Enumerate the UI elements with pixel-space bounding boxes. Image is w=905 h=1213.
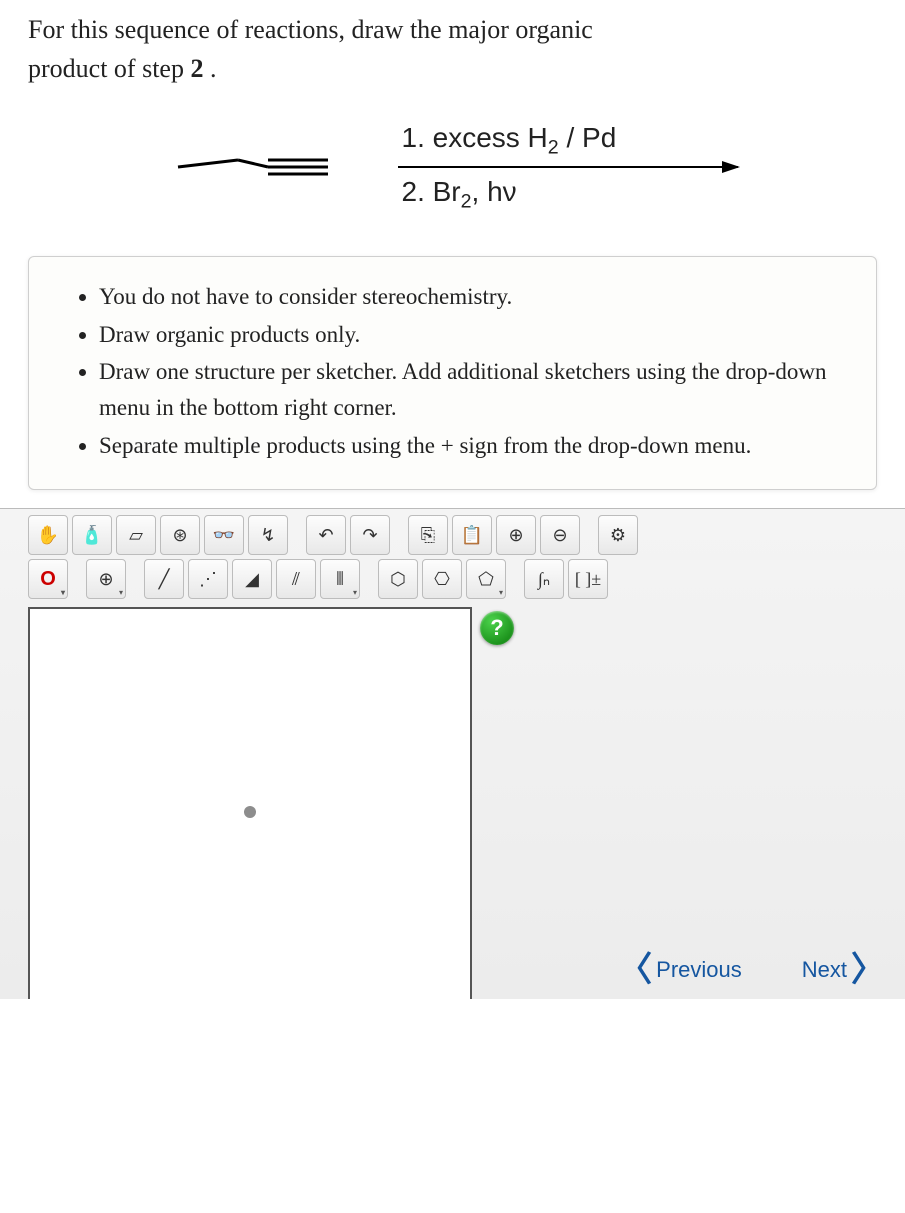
ring-benzene[interactable]: ⎔ [422,559,462,599]
question-line2-suffix: . [203,54,216,83]
question-step-number: 2 [190,54,203,83]
reagent-line-1: 1. excess H2 / Pd [398,118,738,162]
chain-tool[interactable]: ∫ₙ [524,559,564,599]
zoom-in-tool[interactable]: ⊕ [496,515,536,555]
nav-buttons: 〈 Previous Next 〉 [618,953,885,987]
instructions-panel: You do not have to consider stereochemis… [28,256,877,490]
instruction-item: You do not have to consider stereochemis… [99,279,846,315]
next-button[interactable]: Next 〉 [802,953,885,987]
previous-label: Previous [656,957,742,983]
ring-other[interactable]: ⬠ [466,559,506,599]
wedge-bond[interactable]: ◢ [232,559,272,599]
instructions-list: You do not have to consider stereochemis… [59,279,846,463]
previous-button[interactable]: 〈 Previous [618,953,742,987]
settings-tool[interactable]: ⚙ [598,515,638,555]
ring-cyclohexane[interactable]: ⬡ [378,559,418,599]
bracket-tool[interactable]: [ ]± [568,559,608,599]
eraser-tool[interactable]: ▱ [116,515,156,555]
instruction-item: Draw organic products only. [99,317,846,353]
snowflake-tool[interactable]: ⊛ [160,515,200,555]
reaction-arrow: 1. excess H2 / Pd 2. Br2, hν [398,118,738,216]
instruction-item: Draw one structure per sketcher. Add add… [99,354,846,425]
question-line2-prefix: product of step [28,54,190,83]
reagent-line-2: 2. Br2, hν [398,172,738,216]
zoom-out-tool[interactable]: ⊖ [540,515,580,555]
move-tool[interactable]: ✋ [28,515,68,555]
double-bond[interactable]: ⫽ [276,559,316,599]
toolbar-row-1: ✋🧴▱⊛👓↯ ↶↷ ⎘📋⊕⊖ ⚙ [28,515,905,555]
atom-oxygen[interactable]: O [28,559,68,599]
clean-tool[interactable]: ↯ [248,515,288,555]
dashed-bond[interactable]: ⋰ [188,559,228,599]
instruction-item: Separate multiple products using the + s… [99,428,846,464]
drawing-canvas[interactable] [28,607,472,999]
starting-material [168,142,338,192]
reaction-scheme: 1. excess H2 / Pd 2. Br2, hν [0,118,905,216]
chevron-left-icon: 〈 [618,953,652,987]
next-label: Next [802,957,847,983]
copy-tool[interactable]: ⎘ [408,515,448,555]
single-bond[interactable]: ╱ [144,559,184,599]
toolbar-row-2: O ⊕ ╱⋰◢⫽⫴ ⬡⎔⬠ ∫ₙ[ ]± [28,559,905,599]
question-line1: For this sequence of reactions, draw the… [28,15,593,44]
question-prompt: For this sequence of reactions, draw the… [0,0,905,88]
sketcher-panel: ✋🧴▱⊛👓↯↶↷⎘📋⊕⊖⚙ O⊕╱⋰◢⫽⫴⬡⎔⬠∫ₙ[ ]± ? [0,508,905,999]
help-icon: ? [490,615,503,641]
canvas-start-dot [244,806,256,818]
redo-tool[interactable]: ↷ [350,515,390,555]
triple-bond[interactable]: ⫴ [320,559,360,599]
chevron-right-icon: 〉 [851,953,885,987]
charge-tool[interactable]: ⊕ [86,559,126,599]
help-button[interactable]: ? [480,611,514,645]
glasses-tool[interactable]: 👓 [204,515,244,555]
paste-tool[interactable]: 📋 [452,515,492,555]
spray-tool[interactable]: 🧴 [72,515,112,555]
undo-tool[interactable]: ↶ [306,515,346,555]
